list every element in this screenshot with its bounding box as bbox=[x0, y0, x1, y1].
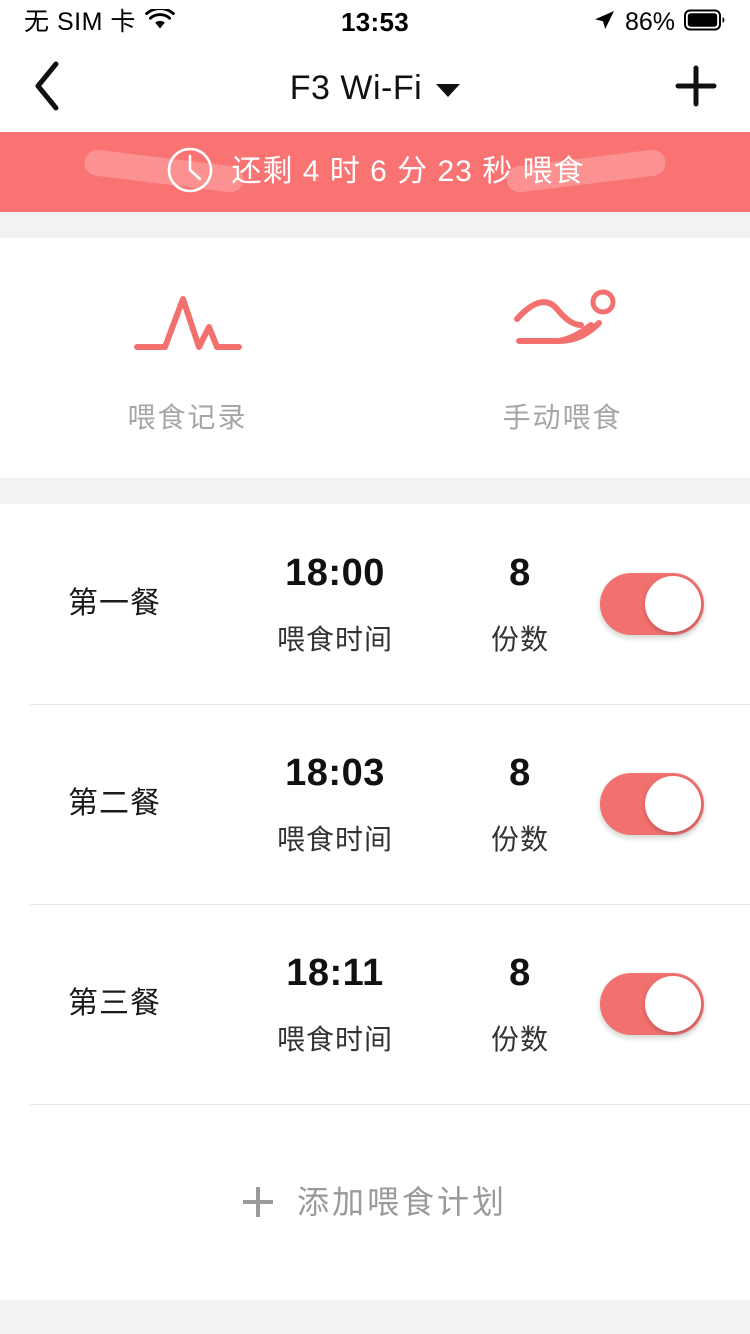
meal-time-value: 18:11 bbox=[286, 952, 384, 994]
meal-enable-toggle[interactable] bbox=[600, 973, 704, 1035]
meal-time-label: 喂食时间 bbox=[276, 624, 393, 655]
device-selector[interactable]: F3 Wi-Fi bbox=[0, 44, 750, 132]
meal-portion-label: 份数 bbox=[490, 1024, 549, 1055]
status-bar: 无 SIM 卡 13:53 86% bbox=[0, 0, 750, 44]
app-screen: 无 SIM 卡 13:53 86% F3 Wi-Fi 还剩 4 时 6 分 23… bbox=[0, 0, 750, 1334]
add-feeding-plan-button[interactable]: 添加喂食计划 bbox=[0, 1104, 750, 1300]
page-title: F3 Wi-Fi bbox=[289, 69, 423, 107]
quick-actions-panel: 喂食记录 手动喂食 bbox=[0, 238, 750, 478]
toggle-knob bbox=[645, 576, 701, 632]
status-bar-center: 13:53 bbox=[341, 9, 409, 36]
meal-name: 第三餐 bbox=[68, 987, 161, 1020]
hand-feed-icon bbox=[503, 285, 623, 370]
battery-icon bbox=[684, 9, 726, 36]
chevron-down-icon bbox=[436, 83, 461, 97]
meal-time-cell: 18:11 喂食时间 bbox=[240, 954, 430, 1054]
feeding-record-button[interactable]: 喂食记录 bbox=[0, 238, 375, 478]
meal-portion-cell: 8 份数 bbox=[450, 954, 590, 1054]
meal-portion-value: 8 bbox=[509, 952, 531, 994]
manual-feed-label: 手动喂食 bbox=[502, 401, 623, 433]
meal-time-label: 喂食时间 bbox=[276, 824, 393, 855]
table-row[interactable]: 第三餐 18:11 喂食时间 8 份数 bbox=[0, 904, 750, 1104]
table-row[interactable]: 第一餐 18:00 喂食时间 8 份数 bbox=[0, 504, 750, 704]
meal-portion-cell: 8 份数 bbox=[450, 554, 590, 654]
plus-icon bbox=[672, 62, 720, 115]
decorative-stripe-left bbox=[83, 148, 245, 194]
meal-portion-label: 份数 bbox=[490, 624, 549, 655]
pulse-line-icon bbox=[133, 285, 243, 370]
navigation-bar: F3 Wi-Fi bbox=[0, 44, 750, 132]
feeding-countdown-banner: 还剩 4 时 6 分 23 秒 喂食 bbox=[0, 132, 750, 212]
meal-enable-toggle[interactable] bbox=[600, 573, 704, 635]
clock-time: 13:53 bbox=[341, 6, 409, 37]
status-bar-right: 86% bbox=[496, 8, 726, 37]
wifi-icon bbox=[144, 6, 175, 36]
feeding-plan-list: 第一餐 18:00 喂食时间 8 份数 第二餐 18:03 喂食时间 8 份数 bbox=[0, 504, 750, 1300]
add-feeding-plan-label: 添加喂食计划 bbox=[296, 1184, 507, 1220]
meal-portion-value: 8 bbox=[509, 752, 531, 794]
status-bar-left: 无 SIM 卡 bbox=[24, 6, 254, 36]
carrier-label: 无 SIM 卡 bbox=[24, 7, 136, 36]
meal-time-value: 18:03 bbox=[285, 752, 385, 794]
toggle-knob bbox=[645, 776, 701, 832]
meal-name: 第二餐 bbox=[68, 787, 161, 820]
meal-enable-toggle[interactable] bbox=[600, 773, 704, 835]
battery-percent-label: 86% bbox=[624, 7, 675, 36]
meal-time-value: 18:00 bbox=[285, 552, 385, 594]
feeding-record-label: 喂食记录 bbox=[127, 401, 248, 433]
page-bottom-spacer bbox=[0, 1300, 750, 1334]
plus-icon bbox=[242, 1187, 273, 1217]
section-spacer-top bbox=[0, 212, 750, 238]
toggle-knob bbox=[645, 976, 701, 1032]
meal-portion-cell: 8 份数 bbox=[450, 754, 590, 854]
meal-time-label: 喂食时间 bbox=[276, 1024, 393, 1055]
meal-time-cell: 18:00 喂食时间 bbox=[240, 554, 430, 654]
section-spacer-middle bbox=[0, 478, 750, 504]
meal-portion-value: 8 bbox=[509, 552, 531, 594]
clock-icon bbox=[165, 145, 215, 200]
add-device-button[interactable] bbox=[650, 44, 720, 132]
manual-feed-button[interactable]: 手动喂食 bbox=[375, 238, 750, 478]
table-row[interactable]: 第二餐 18:03 喂食时间 8 份数 bbox=[0, 704, 750, 904]
countdown-label: 还剩 4 时 6 分 23 秒 喂食 bbox=[231, 155, 585, 188]
meal-portion-label: 份数 bbox=[490, 824, 549, 855]
meal-name: 第一餐 bbox=[68, 587, 161, 620]
location-arrow-icon bbox=[592, 8, 616, 37]
meal-time-cell: 18:03 喂食时间 bbox=[240, 754, 430, 854]
